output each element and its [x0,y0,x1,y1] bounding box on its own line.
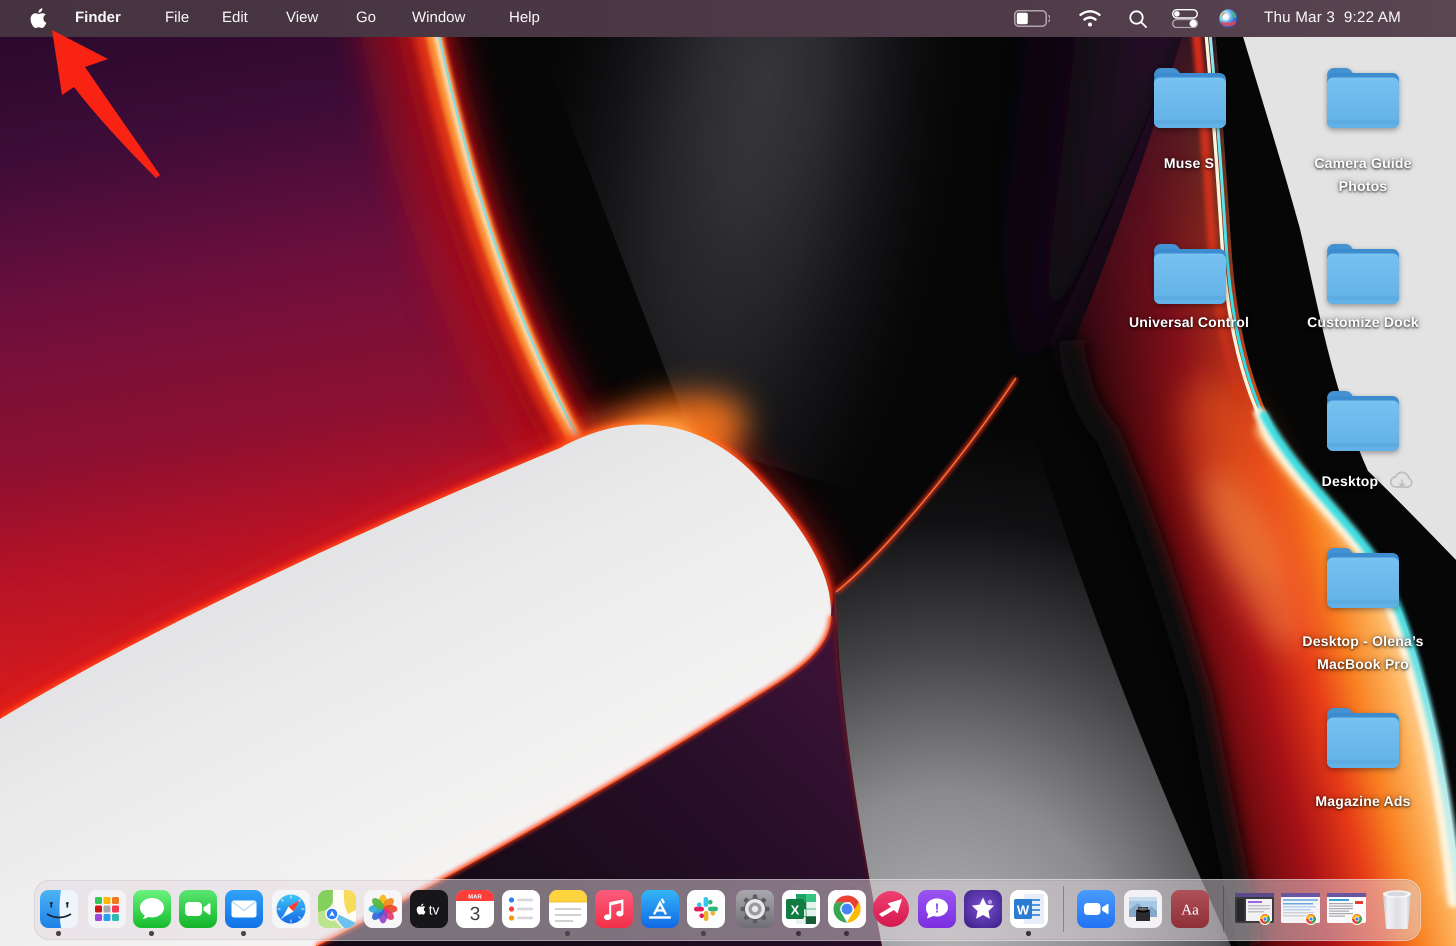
svg-text:tv: tv [429,903,440,918]
svg-text:3: 3 [470,904,481,925]
svg-text:W: W [1017,903,1030,918]
svg-text:!: ! [935,901,939,916]
svg-text:Aa: Aa [1181,903,1199,919]
svg-text:MAR: MAR [468,894,482,901]
svg-text:X: X [791,903,800,918]
